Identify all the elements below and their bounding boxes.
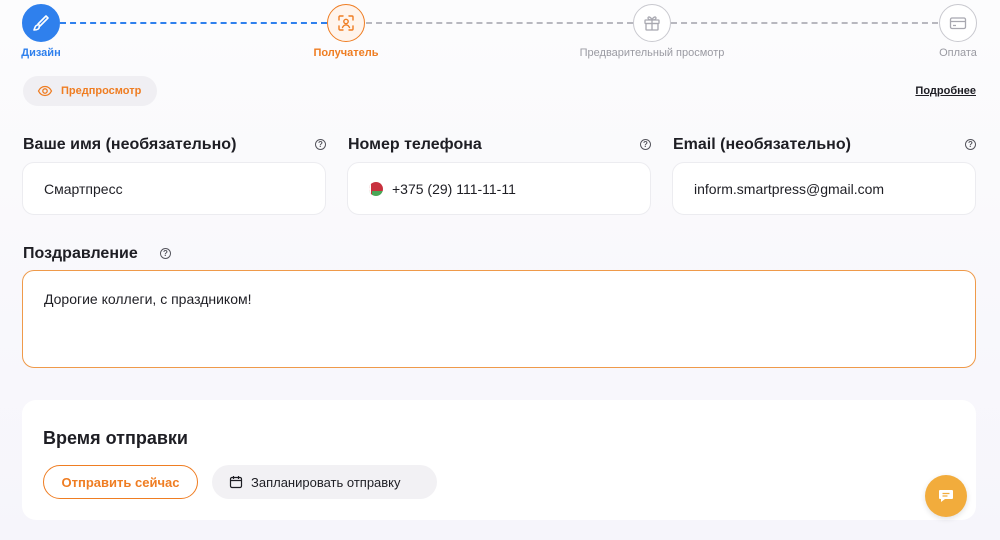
send-time-card: Время отправки Отправить сейчас Запланир… [22, 400, 976, 520]
phone-label: Номер телефона [348, 136, 482, 153]
step-label: Дизайн [21, 47, 61, 59]
greeting-textarea[interactable]: Дорогие коллеги, с праздником! [22, 270, 976, 368]
email-input[interactable]: inform.smartpress@gmail.com [672, 162, 976, 215]
calendar-icon [229, 476, 243, 489]
greeting-label: Поздравление [23, 245, 138, 262]
phone-value: +375 (29) 111-11-11 [392, 180, 516, 197]
schedule-send-button[interactable]: Запланировать отправку [212, 465, 437, 499]
help-icon[interactable]: ? [640, 139, 651, 150]
brush-icon [22, 4, 60, 42]
phone-input[interactable]: +375 (29) 111-11-11 [347, 162, 651, 215]
name-label: Ваше имя (необязательно) [23, 136, 237, 153]
step-recipient[interactable]: Получатель [266, 4, 426, 59]
eye-icon [37, 85, 53, 97]
name-value: Смартпресс [44, 180, 123, 197]
chat-icon [939, 490, 953, 502]
more-info-link[interactable]: Подробнее [915, 85, 976, 97]
step-label: Предварительный просмотр [579, 47, 725, 59]
send-now-label: Отправить сейчас [61, 474, 180, 490]
email-label: Email (необязательно) [673, 136, 851, 153]
help-icon[interactable]: ? [160, 248, 171, 259]
email-value: inform.smartpress@gmail.com [694, 180, 885, 197]
card-icon [939, 4, 977, 42]
preview-label: Предпросмотр [61, 85, 142, 97]
schedule-send-label: Запланировать отправку [251, 474, 401, 490]
step-label: Получатель [313, 47, 379, 59]
greeting-value: Дорогие коллеги, с праздником! [44, 291, 252, 307]
step-design[interactable]: Дизайн [0, 4, 121, 59]
user-scan-icon [327, 4, 365, 42]
progress-stepper: Дизайн Получатель Предварительный просмо… [0, 0, 1000, 70]
step-label: Оплата [939, 47, 977, 59]
step-payment[interactable]: Оплата [878, 4, 1000, 59]
step-preview[interactable]: Предварительный просмотр [572, 4, 732, 59]
preview-button[interactable]: Предпросмотр [23, 76, 157, 106]
help-icon[interactable]: ? [315, 139, 326, 150]
chat-button[interactable] [925, 475, 967, 517]
belarus-flag-icon[interactable] [369, 181, 383, 196]
name-input[interactable]: Смартпресс [22, 162, 326, 215]
send-time-title: Время отправки [43, 428, 188, 448]
help-icon[interactable]: ? [965, 139, 976, 150]
send-now-button[interactable]: Отправить сейчас [43, 465, 198, 499]
gift-icon [633, 4, 671, 42]
